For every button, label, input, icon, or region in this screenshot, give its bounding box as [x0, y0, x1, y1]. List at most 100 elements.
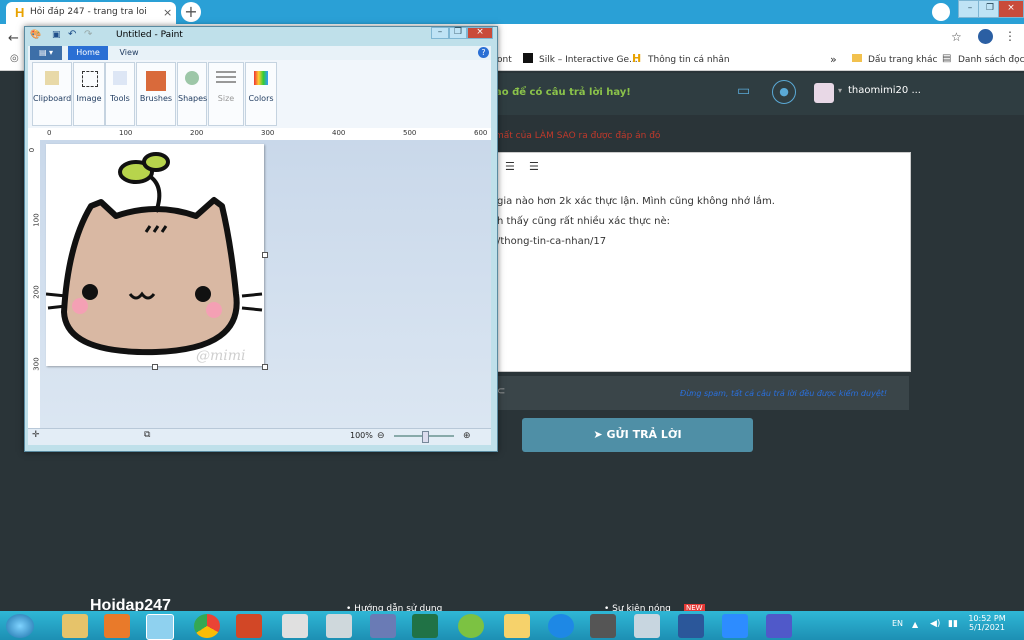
app-icon[interactable] [370, 614, 396, 638]
reading-list[interactable]: Danh sách đọc [958, 55, 1024, 65]
group-image[interactable]: Image [73, 62, 105, 126]
back-icon[interactable]: ← [8, 31, 19, 46]
teams-icon[interactable] [766, 614, 792, 638]
calculator-icon[interactable] [326, 614, 352, 638]
powerpoint-icon[interactable] [236, 614, 262, 638]
save-icon[interactable]: ▣ [52, 30, 61, 40]
zoom-app-icon[interactable] [722, 614, 748, 638]
new-tab-button[interactable]: + [181, 2, 201, 22]
resize-handle[interactable] [152, 364, 158, 370]
zoom-level: 100% [350, 431, 373, 440]
reading-list-icon: ▤ [942, 53, 952, 64]
spam-note: Đừng spam, tất cả câu trả lời đều được k… [680, 389, 888, 398]
hoidap-icon: H [632, 52, 642, 65]
app-icon[interactable] [590, 614, 616, 638]
extension-icon[interactable] [978, 29, 993, 44]
paint-app-icon: 🎨 [30, 30, 42, 40]
question-note: mất của LÀM SAO ra được đáp án đó [495, 131, 661, 141]
apps-icon[interactable]: ◎ [10, 53, 19, 64]
zoom-in-icon[interactable]: ⊕ [463, 431, 471, 441]
undo-icon[interactable]: ↶ [68, 29, 76, 40]
star-icon[interactable]: ☆ [951, 30, 962, 44]
notes-icon[interactable] [504, 614, 530, 638]
volume-icon[interactable]: ◀) [930, 619, 940, 629]
drawing-canvas[interactable]: @mimi [45, 144, 264, 366]
app-icon[interactable] [634, 614, 660, 638]
zoom-slider-thumb[interactable] [422, 431, 429, 443]
word-icon[interactable] [678, 614, 704, 638]
explorer-icon[interactable] [62, 614, 88, 638]
avatar[interactable] [814, 83, 834, 103]
tray-chevron-icon[interactable]: ▲ [912, 620, 918, 629]
paint-taskbar-icon[interactable] [146, 614, 174, 640]
editor-line: gia nào hơn 2k xác thực lận. Mình cũng k… [497, 196, 775, 207]
paint-restore-icon[interactable]: ❐ [449, 27, 467, 39]
browser-tab[interactable]: H Hỏi đáp 247 - trang tra loi × [6, 2, 176, 24]
group-colors[interactable]: Colors [245, 62, 277, 126]
align-right-icon[interactable]: ☰ [505, 160, 515, 173]
profile-icon[interactable] [932, 3, 950, 21]
system-clock[interactable]: 10:52 PM 5/1/2021 [965, 614, 1009, 632]
language-indicator[interactable]: EN [892, 619, 903, 628]
group-size[interactable]: Size [208, 62, 244, 126]
app-icon[interactable] [458, 614, 484, 638]
clock-time: 10:52 PM [968, 614, 1006, 623]
ruler-label: 300 [261, 129, 275, 137]
excel-icon[interactable] [412, 614, 438, 638]
menu-icon[interactable]: ⋮ [1004, 29, 1016, 43]
send-icon: ➤ [593, 428, 607, 441]
group-tools[interactable]: Tools [105, 62, 135, 126]
start-button[interactable] [6, 614, 34, 638]
send-answer-button[interactable]: ➤ GỬI TRẢ LỜI [522, 418, 753, 452]
tab-close-icon[interactable]: × [163, 6, 172, 19]
chevron-down-icon[interactable]: ▾ [838, 86, 842, 95]
bookmark-item[interactable]: Thông tin cá nhân [648, 55, 730, 65]
media-player-icon[interactable] [104, 614, 130, 638]
paint-minimize-icon[interactable]: – [431, 27, 449, 39]
clock-date: 5/1/2021 [969, 623, 1005, 632]
resize-handle[interactable] [262, 364, 268, 370]
ruler-label: 400 [332, 129, 346, 137]
ruler-label: 100 [119, 129, 133, 137]
resize-handle[interactable] [262, 252, 268, 258]
chat-icon[interactable]: ▭ [737, 83, 750, 99]
group-brushes[interactable]: Brushes [136, 62, 176, 126]
ruler-label: 600 [474, 129, 488, 137]
watermark: @mimi [196, 348, 246, 364]
chrome-icon[interactable] [194, 614, 220, 638]
username[interactable]: thaomimi20 ... [848, 85, 921, 96]
close-window-icon[interactable]: × [998, 0, 1024, 18]
more-bookmarks-icon[interactable]: » [830, 53, 837, 66]
align-justify-icon[interactable]: ☰ [529, 160, 539, 173]
bookmark-item[interactable]: Silk – Interactive Ge... [539, 55, 638, 65]
answer-editor[interactable] [495, 152, 911, 372]
tab-view[interactable]: View [112, 46, 146, 60]
redo-icon[interactable]: ↷ [84, 29, 92, 40]
app-icon[interactable] [282, 614, 308, 638]
select-icon [82, 71, 98, 87]
paint-title: Untitled - Paint [116, 30, 183, 40]
header-promo: ao để có câu trả lời hay! [495, 87, 631, 98]
ruler-label: 500 [403, 129, 417, 137]
group-shapes[interactable]: Shapes [177, 62, 207, 126]
paint-menu-button[interactable]: ▤ ▾ [30, 46, 62, 60]
send-label: GỬI TRẢ LỜI [606, 428, 682, 441]
cursor-position-icon: ✛ [32, 430, 40, 440]
paint-close-icon[interactable]: × [467, 27, 493, 39]
tab-home[interactable]: Home [68, 46, 108, 60]
attach-icon[interactable]: ⊂ [497, 386, 505, 397]
network-icon[interactable]: ▮▮ [948, 619, 958, 629]
bell-icon[interactable]: ● [772, 80, 796, 104]
bookmark-item[interactable]: ont [497, 55, 512, 65]
zoom-out-icon[interactable]: ⊖ [377, 431, 385, 441]
bookmark-folder[interactable]: Dấu trang khác [868, 55, 937, 65]
ruler-label: 0 [47, 129, 52, 137]
help-icon[interactable]: ? [478, 47, 489, 58]
size-icon [216, 71, 236, 85]
canvas-size-icon: ⧉ [144, 430, 151, 440]
tools-icon [113, 71, 127, 85]
group-clipboard[interactable]: Clipboard [32, 62, 72, 126]
ruler-label: 0 [28, 147, 37, 153]
colors-icon [254, 71, 268, 85]
ie-icon[interactable] [548, 614, 574, 638]
